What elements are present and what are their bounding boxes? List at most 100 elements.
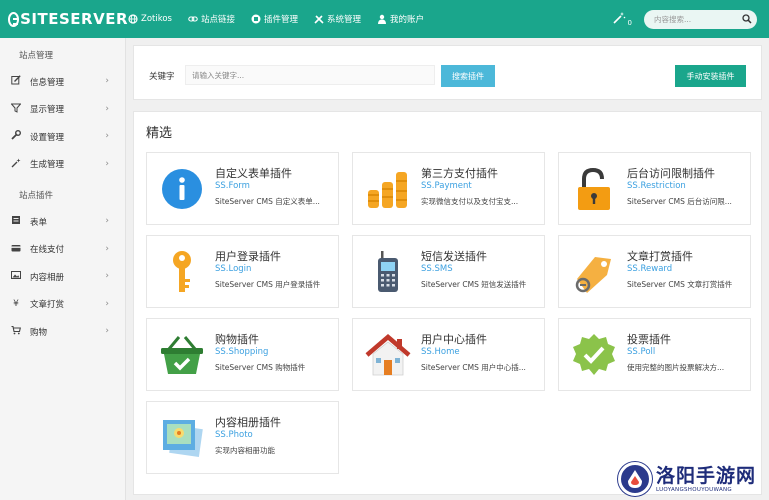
- plugin-card-reward[interactable]: 文章打赏插件 SS.Reward SiteServer CMS 文章打赏插件: [558, 235, 751, 308]
- sidebar-item-label: 显示管理: [30, 105, 65, 116]
- sidebar-item-label: 在线支付: [30, 245, 65, 256]
- user-icon: [377, 14, 387, 24]
- sidebar-item-shopping[interactable]: 购物 ›: [0, 318, 125, 346]
- form-icon: [10, 215, 22, 228]
- search-icon[interactable]: [742, 14, 752, 24]
- featured-panel: 精选 自定义表单插件 SS.Form SiteServer CMS 自定义表单.…: [133, 111, 762, 495]
- tag-icon: [571, 249, 617, 295]
- notifications[interactable]: 0: [612, 11, 632, 28]
- plugin-card-poll[interactable]: 投票插件 SS.Poll 使用完整的图片投票解决方...: [558, 318, 751, 391]
- sidebar-item-label: 设置管理: [30, 132, 65, 143]
- nav-item-site[interactable]: Zotikos: [128, 0, 172, 38]
- watermark-main: 洛阳手游网: [656, 465, 757, 487]
- nav-label: 系统管理: [327, 15, 362, 25]
- nav-item-account[interactable]: 我的账户: [377, 0, 424, 38]
- plugin-desc: 实现内容相册功能: [215, 446, 275, 455]
- logo-text: SITESERVER: [20, 10, 128, 28]
- plugin-card-shopping[interactable]: 购物插件 SS.Shopping SiteServer CMS 购物插件: [146, 318, 339, 391]
- sidebar-item-reward[interactable]: ¥ 文章打赏 ›: [0, 291, 125, 319]
- chevron-right-icon: ›: [105, 298, 109, 309]
- plugin-desc: SiteServer CMS 自定义表单...: [215, 197, 320, 206]
- global-search-input[interactable]: [654, 14, 742, 24]
- manual-install-button[interactable]: 手动安装插件: [675, 65, 746, 87]
- plugin-grid: 自定义表单插件 SS.Form SiteServer CMS 自定义表单... …: [146, 152, 751, 474]
- plugin-title: 第三方支付插件: [421, 167, 498, 180]
- logo-icon: [8, 11, 20, 27]
- sidebar-item-form[interactable]: 表单 ›: [0, 208, 125, 236]
- chevron-right-icon: ›: [105, 326, 109, 336]
- sidebar-item-album[interactable]: 内容相册 ›: [0, 263, 125, 291]
- nav-item-links[interactable]: 站点链接: [188, 0, 235, 38]
- image-icon: [10, 270, 22, 283]
- plugin-code[interactable]: SS.Form: [215, 181, 250, 191]
- plugin-desc: SiteServer CMS 文章打赏插件: [627, 280, 733, 289]
- cart-icon: [10, 325, 22, 338]
- plugin-code[interactable]: SS.Photo: [215, 430, 253, 440]
- plugin-code[interactable]: SS.Shopping: [215, 347, 268, 357]
- keyword-input[interactable]: [185, 65, 435, 85]
- nav-item-system[interactable]: 系统管理: [314, 0, 361, 38]
- chevron-right-icon: ›: [105, 243, 109, 254]
- top-bar: SITESERVER Zotikos 站点链接 插件管理 系统管理 我的账户 0…: [0, 0, 769, 38]
- plugin-card-sms[interactable]: 短信发送插件 SS.SMS SiteServer CMS 短信发送插件: [352, 235, 545, 308]
- search-plugins-button[interactable]: 搜索插件: [441, 65, 495, 87]
- watermark-text: 洛阳手游网 LUOYANGSHOUYOUWANG: [656, 465, 756, 493]
- nav-label: 插件管理: [263, 15, 298, 25]
- yen-icon: ¥: [13, 299, 19, 310]
- plugin-title: 用户登录插件: [215, 250, 281, 263]
- plugin-title: 投票插件: [627, 333, 671, 346]
- plugin-search-panel: 关键字 搜索插件 手动安装插件: [133, 45, 762, 100]
- sidebar-item-display[interactable]: 显示管理 ›: [0, 96, 125, 124]
- chevron-right-icon: ›: [105, 131, 109, 141]
- plugin-title: 内容相册插件: [215, 416, 281, 429]
- sidebar-item-generate[interactable]: 生成管理 ›: [0, 151, 125, 179]
- watermark-logo-icon: [618, 462, 652, 496]
- plugin-card-photo[interactable]: 内容相册插件 SS.Photo 实现内容相册功能: [146, 401, 339, 474]
- plugin-title: 文章打赏插件: [627, 250, 693, 263]
- plugin-card-home[interactable]: 用户中心插件 SS.Home SiteServer CMS 用户中心插...: [352, 318, 545, 391]
- sidebar-item-info[interactable]: 信息管理 ›: [0, 68, 125, 96]
- card-icon: [10, 243, 22, 256]
- plugin-card-login[interactable]: 用户登录插件 SS.Login SiteServer CMS 用户登录插件: [146, 235, 339, 308]
- plugin-code[interactable]: SS.Restriction: [627, 181, 686, 191]
- plugin-desc: SiteServer CMS 用户登录插件: [215, 280, 321, 289]
- plugin-card-form[interactable]: 自定义表单插件 SS.Form SiteServer CMS 自定义表单...: [146, 152, 339, 225]
- plugin-desc: SiteServer CMS 后台访问限...: [627, 197, 732, 206]
- watermark-sub: LUOYANGSHOUYOUWANG: [656, 487, 732, 493]
- plugin-desc: 实现微信支付以及支付宝支...: [421, 197, 519, 206]
- lock-icon: [571, 166, 617, 212]
- plugin-title: 后台访问限制插件: [627, 167, 715, 180]
- globe-icon: [128, 14, 138, 24]
- magic-icon: [10, 158, 22, 171]
- plugin-code[interactable]: SS.Home: [421, 347, 460, 357]
- sidebar-item-label: 文章打赏: [30, 300, 65, 311]
- sidebar-item-settings[interactable]: 设置管理 ›: [0, 123, 125, 151]
- puzzle-icon: [251, 14, 261, 24]
- plugin-title: 用户中心插件: [421, 333, 487, 346]
- plugin-code[interactable]: SS.Login: [215, 264, 251, 274]
- featured-title: 精选: [146, 126, 173, 141]
- logo[interactable]: SITESERVER: [0, 10, 128, 28]
- wrench-icon: [10, 130, 22, 143]
- top-nav: Zotikos 站点链接 插件管理 系统管理 我的账户: [128, 0, 440, 38]
- notification-count: 0: [627, 18, 632, 27]
- key-icon: [159, 249, 205, 295]
- nav-item-plugins[interactable]: 插件管理: [251, 0, 298, 38]
- phone-icon: [365, 249, 411, 295]
- plugin-card-restriction[interactable]: 后台访问限制插件 SS.Restriction SiteServer CMS 后…: [558, 152, 751, 225]
- nav-label: 站点链接: [200, 15, 235, 25]
- plugin-code[interactable]: SS.Payment: [421, 181, 472, 191]
- info-icon: [159, 166, 205, 212]
- sidebar-section-plugins: 站点插件: [19, 191, 54, 201]
- plugin-code[interactable]: SS.SMS: [421, 264, 453, 274]
- plugin-card-payment[interactable]: 第三方支付插件 SS.Payment 实现微信支付以及支付宝支...: [352, 152, 545, 225]
- sidebar-item-label: 生成管理: [30, 160, 65, 171]
- sidebar-item-payment[interactable]: 在线支付 ›: [0, 236, 125, 264]
- plugin-title: 自定义表单插件: [215, 167, 292, 180]
- plugin-desc: 使用完整的图片投票解决方...: [627, 363, 725, 372]
- tools-icon: [314, 14, 324, 24]
- plugin-code[interactable]: SS.Reward: [627, 264, 672, 274]
- edit-icon: [10, 75, 22, 88]
- plugin-desc: SiteServer CMS 短信发送插件: [421, 280, 527, 289]
- plugin-code[interactable]: SS.Poll: [627, 347, 655, 357]
